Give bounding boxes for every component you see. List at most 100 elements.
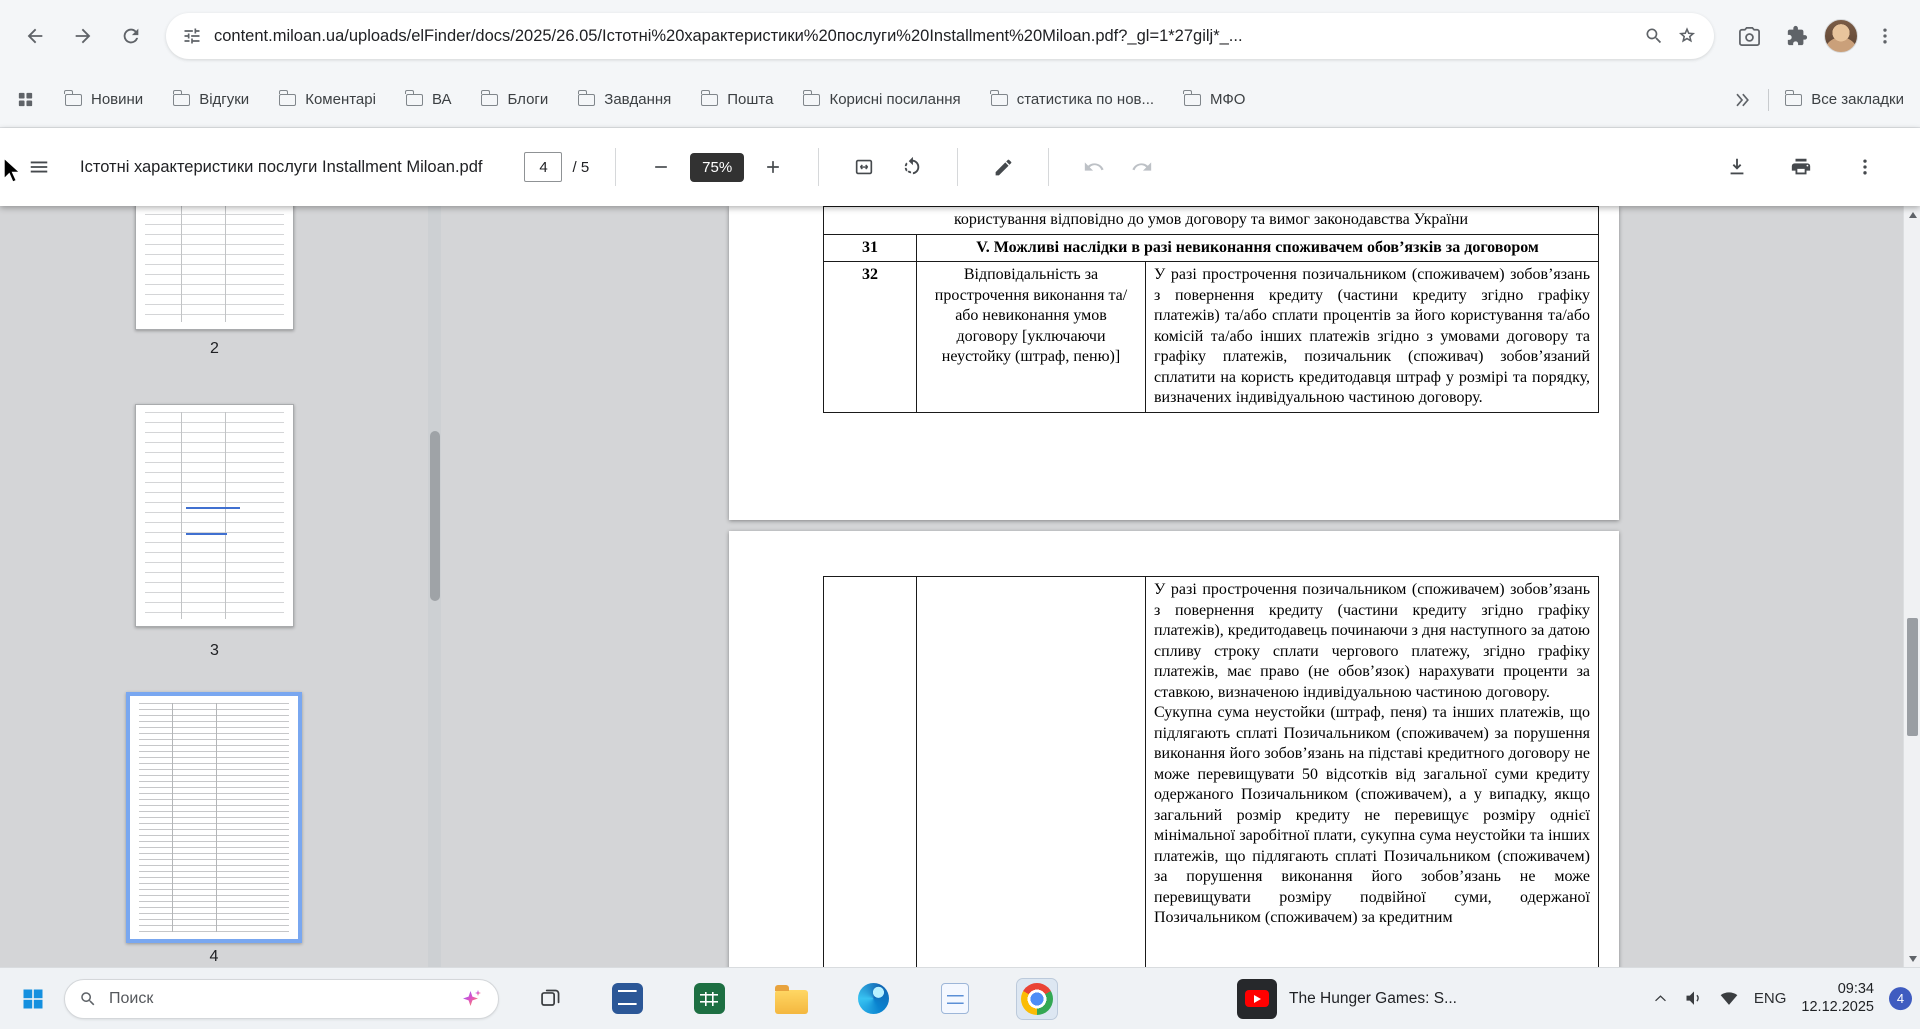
folder-icon bbox=[577, 89, 596, 106]
row-content-cell: У разі прострочення позичальником (спожи… bbox=[1145, 576, 1599, 967]
thumbnail-page-number: 4 bbox=[209, 948, 219, 965]
page-number-input[interactable] bbox=[524, 152, 563, 182]
media-playback-widget[interactable]: The Hunger Games: S... bbox=[1237, 978, 1457, 1019]
tray-chevron-up-icon[interactable] bbox=[1652, 990, 1669, 1007]
bookmark-folder-statystyka[interactable]: статистика по нов... bbox=[990, 89, 1155, 108]
rotate-button[interactable] bbox=[893, 148, 931, 186]
all-bookmarks-button[interactable]: Все закладки bbox=[1784, 89, 1904, 108]
undo-button[interactable] bbox=[1075, 148, 1113, 186]
youtube-thumbnail-icon bbox=[1237, 978, 1277, 1019]
camera-icon[interactable] bbox=[1728, 15, 1770, 57]
main-scrollbar[interactable] bbox=[1903, 206, 1920, 967]
bookmark-label: МФО bbox=[1210, 91, 1246, 108]
page-thumbnail-4-selected[interactable] bbox=[126, 692, 302, 943]
sidebar-scrollbar-thumb[interactable] bbox=[429, 431, 440, 601]
sidebar-scrollbar[interactable] bbox=[428, 206, 441, 967]
divider bbox=[615, 148, 617, 186]
folder-icon bbox=[172, 89, 191, 106]
windows-taskbar: Поиск The Hunger Games: S... ENG 09:34 1… bbox=[0, 967, 1920, 1029]
taskbar-search-box[interactable]: Поиск bbox=[64, 978, 499, 1019]
address-bar[interactable]: content.miloan.ua/uploads/elFinder/docs/… bbox=[166, 13, 1714, 59]
row-label-cell: Відповідальність за прострочення виконан… bbox=[916, 261, 1146, 413]
start-button[interactable] bbox=[10, 976, 56, 1022]
bookmark-folder-komentari[interactable]: Коментарі bbox=[278, 89, 376, 108]
bookmark-label: Відгуки bbox=[199, 91, 250, 108]
bookmark-folder-poshta[interactable]: Пошта bbox=[700, 89, 773, 108]
print-button[interactable] bbox=[1782, 148, 1820, 186]
word-app-icon[interactable] bbox=[607, 979, 647, 1019]
forward-button[interactable] bbox=[62, 15, 104, 57]
url-text: content.miloan.ua/uploads/elFinder/docs/… bbox=[214, 26, 1243, 45]
scroll-up-button[interactable] bbox=[1904, 206, 1920, 223]
bookmark-folder-vidguky[interactable]: Відгуки bbox=[172, 89, 250, 108]
search-icon bbox=[79, 990, 97, 1008]
profile-avatar[interactable] bbox=[1824, 19, 1858, 53]
bookmarks-overflow-icon[interactable] bbox=[1732, 90, 1752, 110]
date-label: 12.12.2025 bbox=[1801, 999, 1874, 1016]
row-number: 32 bbox=[823, 261, 917, 413]
download-button[interactable] bbox=[1718, 148, 1756, 186]
annotate-pen-icon[interactable] bbox=[984, 148, 1022, 186]
back-button[interactable] bbox=[14, 15, 56, 57]
apps-grid-icon[interactable] bbox=[16, 90, 35, 109]
bookmark-label: статистика по нов... bbox=[1016, 91, 1155, 108]
file-explorer-icon[interactable] bbox=[771, 979, 811, 1019]
bookmark-folder-zavdannya[interactable]: Завдання bbox=[577, 89, 672, 108]
bookmark-folder-korysni[interactable]: Корисні посилання bbox=[802, 89, 961, 108]
chrome-icon-active[interactable] bbox=[1016, 977, 1058, 1020]
bookmark-label: Завдання bbox=[604, 91, 672, 108]
folder-icon bbox=[405, 89, 423, 106]
bookmark-label: Новини bbox=[91, 91, 144, 108]
divider bbox=[1768, 88, 1770, 111]
bookmark-label: Блоги bbox=[507, 91, 549, 108]
link-line bbox=[186, 506, 240, 509]
bookmark-label: Корисні посилання bbox=[829, 91, 961, 108]
excel-app-icon[interactable] bbox=[689, 979, 729, 1019]
empty-cell bbox=[823, 576, 917, 967]
page-total-label: / 5 bbox=[572, 158, 590, 176]
clock[interactable]: 09:34 12.12.2025 bbox=[1801, 980, 1874, 1018]
volume-icon[interactable] bbox=[1684, 989, 1704, 1009]
mouse-cursor bbox=[2, 157, 23, 187]
network-icon[interactable] bbox=[1719, 989, 1739, 1009]
system-tray: ENG 09:34 12.12.2025 4 bbox=[1652, 980, 1912, 1018]
language-indicator[interactable]: ENG bbox=[1754, 990, 1787, 1007]
zoom-out-button[interactable] bbox=[642, 148, 680, 186]
scroll-down-button[interactable] bbox=[1904, 950, 1920, 967]
fit-to-page-button[interactable] bbox=[845, 148, 883, 186]
browser-menu-icon[interactable] bbox=[1864, 15, 1906, 57]
notification-count-badge[interactable]: 4 bbox=[1889, 987, 1912, 1010]
divider bbox=[1048, 148, 1050, 186]
bookmark-folder-blogy[interactable]: Блоги bbox=[480, 89, 549, 108]
page-thumbnail-3[interactable] bbox=[135, 404, 294, 627]
folder-icon bbox=[700, 89, 719, 106]
page-thumbnail-2[interactable] bbox=[135, 206, 294, 330]
bookmark-label: Коментарі bbox=[305, 91, 376, 108]
redo-button[interactable] bbox=[1123, 148, 1161, 186]
bookmark-star-icon[interactable] bbox=[1676, 25, 1698, 47]
media-title: The Hunger Games: S... bbox=[1289, 989, 1457, 1007]
main-scrollbar-thumb[interactable] bbox=[1907, 618, 1918, 736]
site-info-icon[interactable] bbox=[182, 26, 202, 46]
zoom-level-display[interactable]: 75% bbox=[690, 152, 745, 182]
row-content-cell: У разі прострочення позичальником (спожи… bbox=[1144, 261, 1600, 413]
bookmark-folder-novyny[interactable]: Новини bbox=[64, 89, 144, 108]
paragraph: У разі прострочення позичальником (спожи… bbox=[1154, 581, 1590, 701]
desktop-screen: content.miloan.ua/uploads/elFinder/docs/… bbox=[0, 0, 1920, 1029]
bookmark-folder-va[interactable]: ВА bbox=[405, 89, 451, 108]
divider bbox=[818, 148, 820, 186]
reload-button[interactable] bbox=[110, 15, 152, 57]
search-label: Поиск bbox=[109, 989, 154, 1007]
thumbnail-page-number: 2 bbox=[210, 340, 219, 357]
zoom-icon[interactable] bbox=[1644, 26, 1664, 46]
pdf-menu-icon[interactable] bbox=[20, 148, 58, 186]
task-view-icon[interactable] bbox=[527, 976, 573, 1022]
extensions-icon[interactable] bbox=[1776, 15, 1818, 57]
zoom-in-button[interactable] bbox=[754, 148, 792, 186]
bookmark-folder-mfo[interactable]: МФО bbox=[1183, 89, 1246, 108]
pdf-more-options-icon[interactable] bbox=[1846, 148, 1884, 186]
edge-icon[interactable] bbox=[853, 979, 893, 1019]
empty-cell bbox=[916, 576, 1146, 967]
time-label: 09:34 bbox=[1837, 980, 1874, 997]
notepad-icon[interactable] bbox=[935, 979, 975, 1019]
